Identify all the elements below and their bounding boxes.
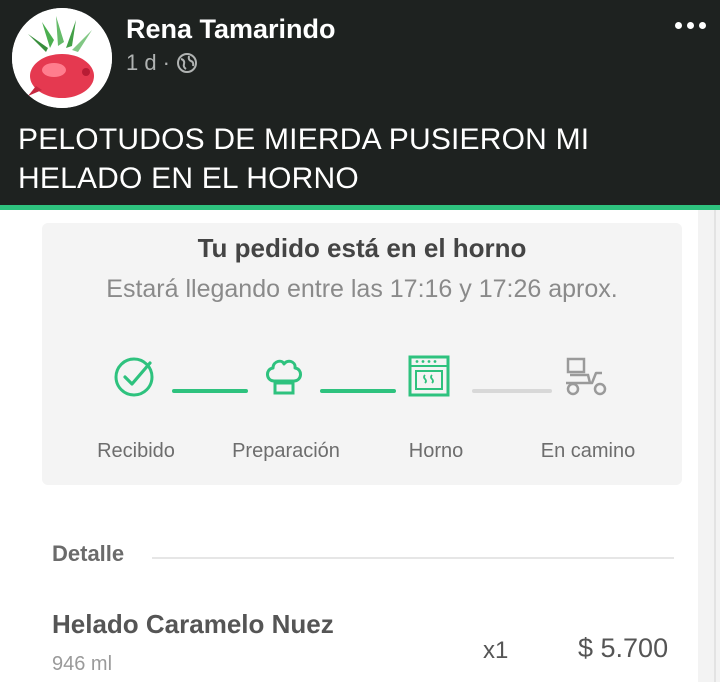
item-price: $ 5.700	[578, 633, 669, 663]
post-text: PELOTUDOS DE MIERDA PUSIERON MI HELADO E…	[18, 123, 590, 195]
order-status-card: Tu pedido está en el horno Estará llegan…	[42, 223, 682, 485]
dot	[699, 22, 706, 29]
progress-connector-1	[172, 389, 248, 393]
app-accent-bar	[0, 205, 720, 210]
item-name: Helado Caramelo Nuez	[52, 609, 334, 639]
progress-connector-2	[320, 389, 396, 393]
detail-heading: Detalle	[52, 541, 125, 566]
facebook-post: Rena Tamarindo 1 d · PELOTUDOS DE MIERDA…	[0, 0, 720, 205]
status-eta: Estará llegando entre las 17:16 y 17:26 …	[106, 275, 618, 303]
more-options-icon[interactable]	[675, 22, 706, 29]
avatar-image	[12, 8, 112, 108]
step-label-en-camino: En camino	[540, 440, 636, 462]
item-quantity: x1	[483, 637, 509, 664]
order-tracking-screenshot: Tu pedido está en el horno Estará llegan…	[0, 205, 720, 682]
dot	[675, 22, 682, 29]
oven-icon	[408, 355, 450, 397]
scrollbar-track	[698, 210, 720, 682]
globe-icon[interactable]	[176, 52, 198, 74]
post-time[interactable]: 1 d	[126, 50, 157, 76]
status-title: Tu pedido está en el horno	[197, 233, 527, 263]
author-avatar[interactable]	[12, 8, 112, 108]
chef-hat-icon	[266, 359, 302, 395]
scrollbar-line	[714, 210, 716, 682]
delivery-scooter-icon	[566, 357, 607, 396]
author-name[interactable]: Rena Tamarindo	[126, 14, 336, 45]
step-label-horno: Horno	[408, 440, 464, 462]
step-label-preparacion: Preparación	[232, 440, 340, 462]
meta-separator: ·	[162, 50, 170, 75]
progress-connector-3	[472, 389, 552, 393]
item-size: 946 ml	[52, 653, 113, 675]
step-label-recibido: Recibido	[97, 440, 175, 462]
detail-divider	[152, 557, 674, 559]
post-meta: 1 d ·	[126, 50, 198, 76]
dot	[687, 22, 694, 29]
check-circle-icon	[114, 357, 154, 397]
